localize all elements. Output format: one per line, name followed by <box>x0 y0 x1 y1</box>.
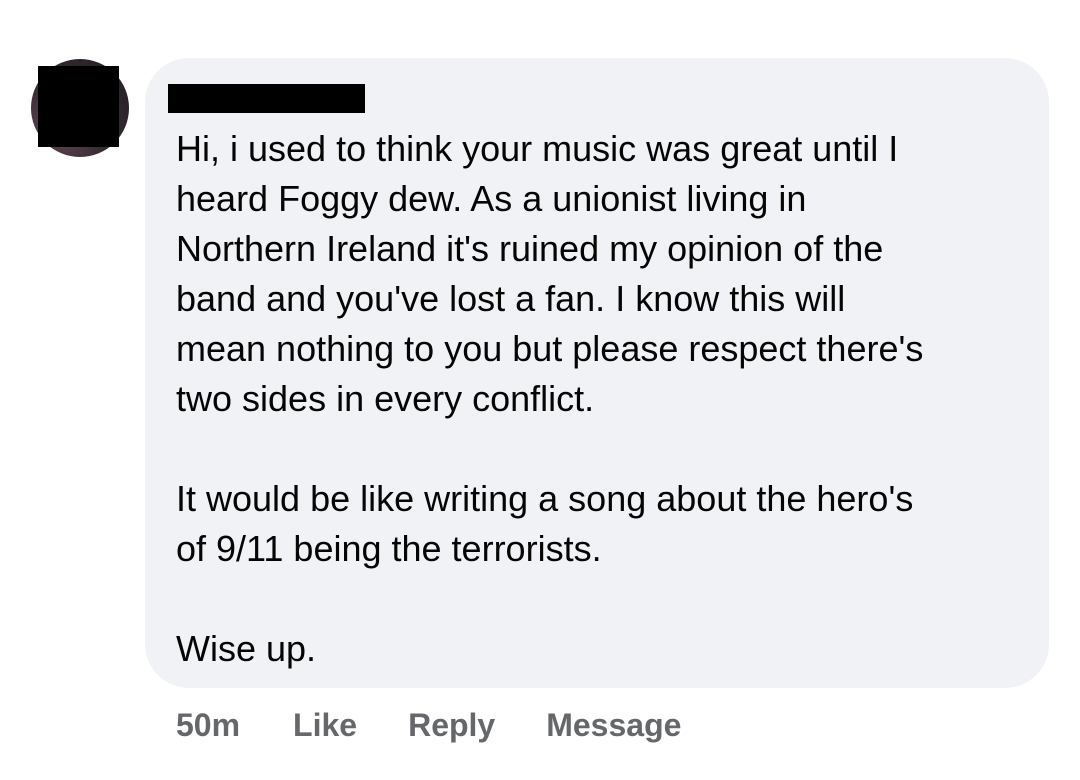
comment-paragraph: Hi, i used to think your music was great… <box>176 124 1036 424</box>
comment-line: two sides in every conflict. <box>176 378 595 419</box>
comment-actions: 50m Like Reply Message <box>176 703 732 747</box>
comment-timestamp[interactable]: 50m <box>176 707 240 744</box>
comment-line: Hi, i used to think your music was great… <box>176 128 899 169</box>
comment-line: Northern Ireland it's ruined my opinion … <box>176 228 884 269</box>
comment-paragraph: Wise up. <box>176 624 1036 674</box>
message-button[interactable]: Message <box>546 707 681 744</box>
comment-line: band and you've lost a fan. I know this … <box>176 278 846 319</box>
comment-text: Hi, i used to think your music was great… <box>176 124 1036 674</box>
comment-line: Wise up. <box>176 628 317 669</box>
comment-line: mean nothing to you but please respect t… <box>176 328 924 369</box>
comment-paragraph: It would be like writing a song about th… <box>176 474 1036 574</box>
comment-line: of 9/11 being the terrorists. <box>176 528 602 569</box>
comment-line: It would be like writing a song about th… <box>176 478 914 519</box>
reply-button[interactable]: Reply <box>408 707 495 744</box>
like-button[interactable]: Like <box>293 707 357 744</box>
avatar-redaction <box>38 66 119 147</box>
comment-line: heard Foggy dew. As a unionist living in <box>176 178 807 219</box>
author-name-redaction <box>168 84 365 113</box>
